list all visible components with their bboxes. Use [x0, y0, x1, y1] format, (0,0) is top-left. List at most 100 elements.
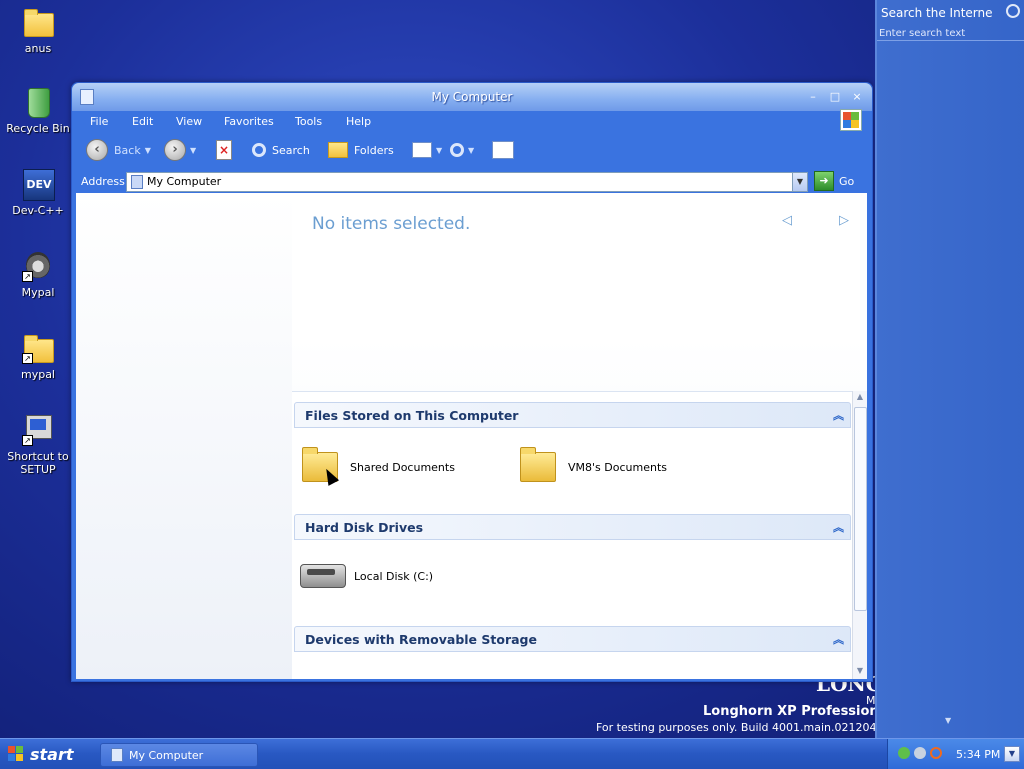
start-label: start [30, 744, 74, 764]
desktop-icon-setup[interactable]: ↗ Shortcut to SETUP [0, 414, 76, 476]
search-tray-icon[interactable] [930, 747, 942, 759]
desktop-icon-anus[interactable]: anus [0, 6, 76, 55]
shortcut-arrow-icon: ↗ [22, 353, 33, 364]
windows-logo-icon [840, 109, 862, 131]
previous-arrow-icon[interactable]: ◁ [782, 213, 792, 228]
group-title: Files Stored on This Computer [305, 408, 519, 423]
minimize-button[interactable]: – [806, 90, 820, 104]
address-value: My Computer [147, 175, 222, 188]
go-button[interactable]: ➜ Go [814, 171, 854, 191]
group-header-files-stored[interactable]: Files Stored on This Computer ︽ [294, 402, 851, 428]
computer-icon [111, 748, 123, 762]
security-icon[interactable] [914, 747, 926, 759]
go-arrow-icon: ➜ [814, 171, 834, 191]
collapse-icon[interactable]: ︽ [833, 407, 844, 423]
vertical-scrollbar[interactable]: ▲ ▼ [852, 391, 867, 679]
dev-cpp-icon: DEV [23, 169, 55, 201]
folder-icon [24, 9, 54, 37]
shortcut-arrow-icon: ↗ [22, 271, 33, 282]
forward-button[interactable]: › ▼ [164, 139, 196, 161]
item-label: VM8's Documents [568, 460, 667, 474]
task-pane [76, 193, 292, 679]
desktop-icon-mypal-folder[interactable]: ↗ mypal [0, 332, 76, 381]
menu-tools[interactable]: Tools [295, 115, 322, 128]
stop-icon: × [216, 140, 232, 160]
desktop-icon-label: Recycle Bin [6, 122, 70, 135]
shortcut-arrow-icon: ↗ [22, 435, 33, 446]
search-icon[interactable] [1006, 4, 1020, 18]
next-arrow-icon[interactable]: ▷ [839, 213, 849, 228]
chevron-down-icon: ▼ [436, 145, 443, 155]
title-bar[interactable]: My Computer – □ × [72, 83, 872, 111]
desktop-icon-label: anus [24, 42, 52, 55]
views-button[interactable]: ▼ [412, 139, 442, 161]
group-header-removable-storage[interactable]: Devices with Removable Storage ︽ [294, 626, 851, 652]
desktop-icon-label: mypal [20, 368, 55, 381]
maximize-button[interactable]: □ [828, 90, 842, 104]
group-title: Hard Disk Drives [305, 520, 424, 535]
clock[interactable]: 5:34 PM [956, 748, 1000, 761]
chevron-down-icon: ▼ [190, 145, 197, 155]
item-vm8-documents[interactable]: VM8's Documents [520, 447, 667, 482]
desktop-icon-dev-cpp[interactable]: DEV Dev-C++ [0, 168, 76, 217]
window-title: My Computer [431, 90, 513, 104]
address-label: Address [81, 175, 125, 188]
sidebar-search-input[interactable] [877, 26, 1024, 41]
group-header-hard-disk-drives[interactable]: Hard Disk Drives ︽ [294, 514, 851, 540]
folder-icon [520, 447, 556, 482]
menu-view[interactable]: View [176, 115, 202, 128]
forward-arrow-icon: › [164, 139, 186, 161]
search-button[interactable]: Search [252, 139, 310, 161]
desktop-icon-label: Dev-C++ [12, 204, 64, 217]
desktop-icon-label: Shortcut to SETUP [7, 450, 69, 476]
search-label: Search [272, 143, 310, 157]
address-dropdown-button[interactable]: ▼ [792, 172, 808, 192]
magnifier-icon [450, 143, 464, 157]
menu-help[interactable]: Help [346, 115, 371, 128]
menu-bar: File Edit View Favorites Tools Help [76, 111, 868, 133]
tray-expand-icon[interactable]: ▼ [1004, 746, 1020, 762]
computer-icon [131, 175, 143, 189]
network-icon[interactable] [898, 747, 910, 759]
menu-file[interactable]: File [90, 115, 108, 128]
start-button[interactable]: start [0, 739, 84, 769]
windows-flag-icon [8, 746, 24, 762]
scroll-up-icon[interactable]: ▲ [854, 392, 866, 404]
item-local-disk-c[interactable]: Local Disk (C:) [300, 564, 433, 588]
back-label: Back [114, 143, 141, 157]
folders-button[interactable]: Folders [328, 139, 394, 161]
sidebar-title: Search the Interne [881, 6, 993, 20]
menu-edit[interactable]: Edit [132, 115, 153, 128]
chevron-down-icon[interactable]: ▼ [945, 716, 951, 725]
close-button[interactable]: × [850, 90, 864, 104]
desktop-icon-mypal-app[interactable]: ↗ Mypal [0, 250, 76, 299]
chevron-down-icon: ▼ [144, 145, 151, 155]
selection-status: No items selected. [312, 214, 471, 234]
taskbar: start My Computer 5:34 PM ▼ [0, 738, 1024, 769]
collapse-icon[interactable]: ︽ [833, 519, 844, 535]
taskbar-item-my-computer[interactable]: My Computer [100, 743, 258, 767]
recycle-bin-icon [28, 88, 50, 118]
search-icon [252, 143, 266, 157]
scroll-down-icon[interactable]: ▼ [854, 666, 866, 678]
menu-favorites[interactable]: Favorites [224, 115, 274, 128]
items-panel: Files Stored on This Computer ︽ Shared D… [292, 391, 867, 679]
item-label: Shared Documents [350, 460, 455, 474]
my-computer-window: My Computer – □ × File Edit View Favorit… [71, 82, 873, 682]
address-field[interactable]: My Computer [126, 172, 808, 192]
collapse-icon[interactable]: ︽ [833, 631, 844, 647]
desktop-icon-recycle-bin[interactable]: Recycle Bin [0, 86, 76, 135]
back-button[interactable]: ‹ Back ▼ [86, 139, 151, 161]
taskbar-item-label: My Computer [129, 748, 204, 762]
zoom-button[interactable]: ▼ [450, 139, 474, 161]
details-view-icon [492, 141, 514, 159]
branding-subtitle: For testing purposes only. Build 4001.ma… [596, 721, 909, 734]
stop-button[interactable]: × [216, 139, 232, 161]
hard-disk-icon [300, 564, 346, 588]
details-view-button[interactable] [492, 139, 514, 161]
item-label: Local Disk (C:) [354, 569, 434, 583]
scroll-thumb[interactable] [854, 407, 867, 611]
folders-label: Folders [354, 143, 394, 157]
views-grid-icon [412, 142, 432, 158]
toolbar: ‹ Back ▼ › ▼ × Search Folders ▼ ▼ [76, 133, 868, 169]
